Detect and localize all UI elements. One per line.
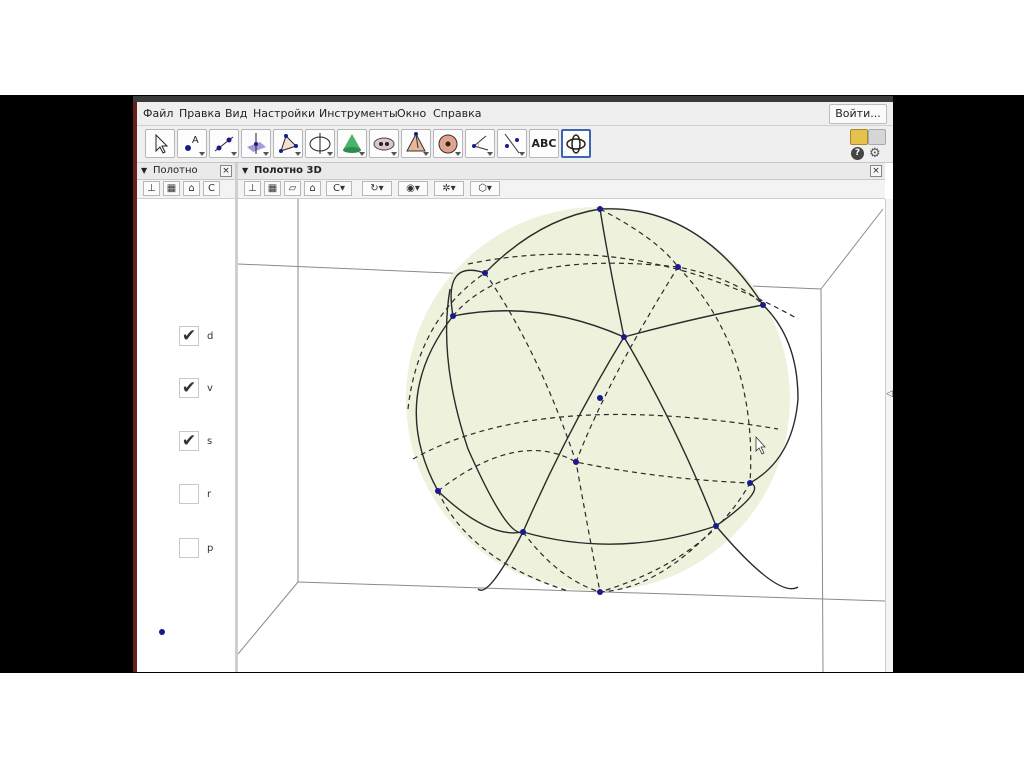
- rotate-view-tool-icon: [566, 134, 586, 154]
- algebra-style-bar: ⊥ ▦ ⌂ C: [137, 180, 235, 199]
- menu-settings[interactable]: Настройки: [253, 107, 315, 120]
- login-button[interactable]: Войти...: [829, 104, 887, 124]
- point[interactable]: [520, 529, 526, 535]
- reflect-tool-button[interactable]: [497, 129, 527, 158]
- rotate-view-tool-button[interactable]: [561, 129, 591, 158]
- point[interactable]: [760, 302, 766, 308]
- cone-tool-button[interactable]: [337, 129, 367, 158]
- checkbox-v[interactable]: ✔: [179, 378, 199, 398]
- checkbox-label: p: [207, 543, 214, 554]
- gear-icon[interactable]: ⚙: [869, 147, 882, 160]
- point[interactable]: [482, 270, 488, 276]
- checkbox-label: r: [207, 489, 212, 500]
- checkbox-label: s: [207, 436, 213, 447]
- tool-bar: A ABC: [137, 126, 893, 163]
- menu-tools[interactable]: Инструменты: [319, 107, 398, 120]
- grid-toggle-icon[interactable]: ▦: [163, 181, 180, 196]
- move-tool-icon: [155, 133, 169, 154]
- sphere-tool-button[interactable]: [433, 129, 463, 158]
- menu-file[interactable]: Файл: [143, 107, 173, 120]
- menu-help[interactable]: Справка: [433, 107, 481, 120]
- panel-menu-icon[interactable]: ▼: [141, 163, 147, 179]
- circle-tool-button[interactable]: [305, 129, 335, 158]
- graphics3d-view[interactable]: [238, 199, 885, 672]
- geogebra-window: Файл Правка Вид Настройки Инструменты Ок…: [133, 96, 893, 672]
- projection-dropdown-icon[interactable]: ⬡▾: [470, 181, 500, 196]
- grid-toggle-icon[interactable]: ▦: [264, 181, 281, 196]
- plane-toggle-icon[interactable]: ▱: [284, 181, 301, 196]
- sphere-scene: [238, 199, 885, 672]
- move-tool-button[interactable]: [145, 129, 175, 158]
- panel-menu-icon[interactable]: ▼: [242, 163, 248, 179]
- menu-view[interactable]: Вид: [225, 107, 247, 120]
- text-tool-button[interactable]: ABC: [529, 129, 559, 158]
- point[interactable]: [747, 480, 753, 486]
- algebra-panel-header: ▼ Полотно ×: [137, 163, 235, 180]
- axes-toggle-icon[interactable]: ⊥: [244, 181, 261, 196]
- pyramid-tool-button[interactable]: [401, 129, 431, 158]
- menu-window[interactable]: Окно: [397, 107, 426, 120]
- graphics3d-panel-title: Полотно 3D: [254, 165, 322, 176]
- graphics3d-panel-header: ▼ Полотно 3D ×: [238, 163, 885, 180]
- point-marker: [159, 629, 165, 635]
- checkbox-p[interactable]: [179, 538, 199, 558]
- checkbox-r[interactable]: [179, 484, 199, 504]
- checkbox-label: v: [207, 383, 213, 394]
- point-tool-button[interactable]: A: [177, 129, 207, 158]
- collapse-arrow-icon[interactable]: ◁: [886, 389, 893, 399]
- point[interactable]: [573, 459, 579, 465]
- home-icon[interactable]: ⌂: [183, 181, 200, 196]
- angle-tool-button[interactable]: [465, 129, 495, 158]
- close-icon[interactable]: ×: [220, 165, 232, 177]
- graphics3d-style-bar: ⊥ ▦ ▱ ⌂ C▾ ↻▾ ◉▾ ✲▾ ⬡▾: [238, 180, 885, 199]
- point[interactable]: [597, 395, 603, 401]
- right-panel-collapse[interactable]: ◁: [885, 199, 893, 672]
- label-style-dropdown[interactable]: C▾: [326, 181, 352, 196]
- line-tool-button[interactable]: [209, 129, 239, 158]
- rotate-dropdown-icon[interactable]: ↻▾: [362, 181, 392, 196]
- svg-text:A: A: [192, 135, 199, 146]
- point[interactable]: [713, 523, 719, 529]
- checkbox-s[interactable]: ✔: [179, 431, 199, 451]
- home-icon[interactable]: ⌂: [304, 181, 321, 196]
- point[interactable]: [621, 334, 627, 340]
- point[interactable]: [435, 488, 441, 494]
- menu-edit[interactable]: Правка: [179, 107, 221, 120]
- menu-bar: Файл Правка Вид Настройки Инструменты Ок…: [137, 102, 893, 126]
- algebra-panel: ✔ d ✔ v ✔ s r p: [137, 199, 235, 672]
- axes-toggle-icon[interactable]: ⊥: [143, 181, 160, 196]
- conic-tool-button[interactable]: [369, 129, 399, 158]
- view-direction-dropdown-icon[interactable]: ◉▾: [398, 181, 428, 196]
- label-style-icon[interactable]: C: [203, 181, 220, 196]
- polygon-tool-button[interactable]: [273, 129, 303, 158]
- close-icon[interactable]: ×: [870, 165, 882, 177]
- clipping-dropdown-icon[interactable]: ✲▾: [434, 181, 464, 196]
- checkbox-label: d: [207, 331, 214, 342]
- help-icon[interactable]: ?: [851, 147, 864, 160]
- algebra-panel-title: Полотно: [153, 165, 198, 176]
- point[interactable]: [450, 313, 456, 319]
- checkbox-d[interactable]: ✔: [179, 326, 199, 346]
- point[interactable]: [597, 589, 603, 595]
- perpendicular-tool-button[interactable]: [241, 129, 271, 158]
- redo-icon[interactable]: [868, 129, 886, 145]
- point[interactable]: [597, 206, 603, 212]
- undo-icon[interactable]: [850, 129, 868, 145]
- point[interactable]: [675, 264, 681, 270]
